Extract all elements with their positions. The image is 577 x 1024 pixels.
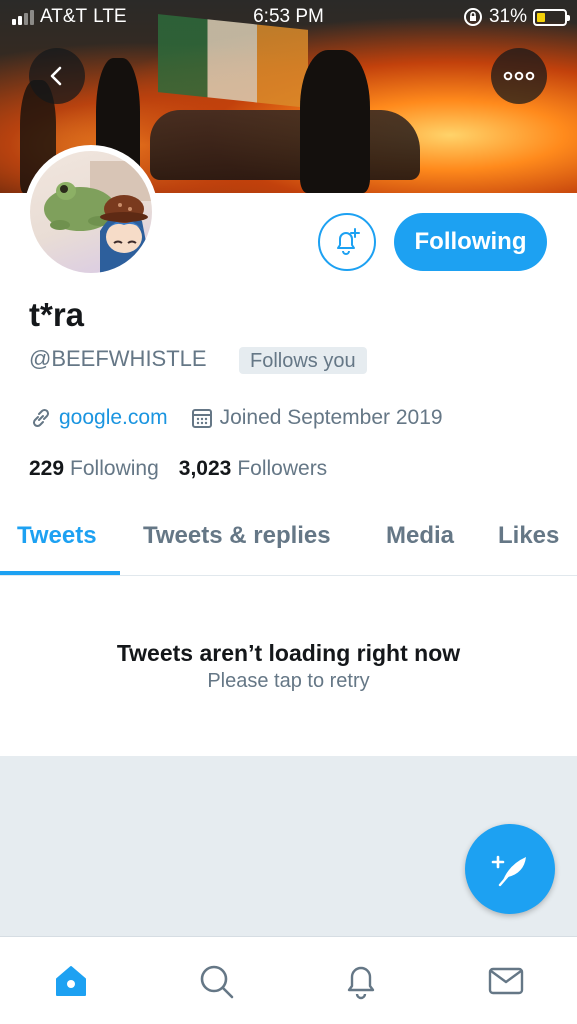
followers-count: 3,023 [178,457,232,480]
error-title: Tweets aren’t loading right now [116,640,461,666]
tab-tweets-and-replies[interactable]: Tweets & replies [143,522,331,550]
notifications-icon [347,966,375,1000]
link-icon [32,408,50,428]
following-count: 229 [29,457,65,480]
compose-feather-icon [491,855,526,887]
more-horizontal-icon [503,71,535,81]
banner-figure [300,50,370,193]
messages-icon [488,967,524,995]
back-button[interactable] [29,48,85,104]
orientation-lock-icon [463,8,482,26]
joined-date: Joined September 2019 [219,406,443,429]
following-count-link[interactable]: 229 Following [29,457,159,481]
search-icon [200,965,234,999]
more-options-button[interactable] [491,48,547,104]
nav-home[interactable] [49,959,93,1003]
retry-link[interactable]: Please tap to retry [0,670,577,693]
bottom-navigation [0,936,577,1024]
followers-label: Followers [237,457,328,480]
profile-tabs: Tweets Tweets & replies Media Likes [0,500,577,576]
nav-search[interactable] [194,959,238,1003]
followers-count-link[interactable]: 3,023 Followers [179,457,327,481]
profile-name: t*ra [29,296,85,333]
calendar-icon [191,409,212,428]
battery-icon [533,8,570,26]
profile-handle: @BEEFWHISTLE [29,346,207,371]
follow-counts: 229 Following 3,023 Followers [29,457,327,481]
nav-messages[interactable] [484,959,528,1003]
home-icon [56,966,86,996]
battery-percent: 31% [488,6,527,27]
avatar-image [30,151,152,273]
tab-tweets[interactable]: Tweets [17,522,97,550]
banner-burning-car [150,110,420,180]
battery-level-fill [537,12,546,22]
website-link[interactable]: google.com [59,406,168,430]
follows-you-badge: Follows you [239,347,367,374]
active-tab-indicator [0,571,120,575]
tab-media[interactable]: Media [386,522,454,550]
chevron-left-icon [50,66,62,86]
compose-tweet-button[interactable] [465,824,555,914]
profile-meta: google.com Joined September 2019 [29,406,443,430]
notifications-toggle-button[interactable] [318,213,376,271]
tab-likes[interactable]: Likes [498,522,559,550]
following-label: Following [70,457,159,480]
avatar-frog-anime-picture [44,161,152,273]
following-button[interactable]: Following [394,213,547,271]
nav-notifications[interactable] [339,959,383,1003]
status-bar: AT&T LTE 6:53 PM 31% [0,0,577,36]
bell-plus-icon [337,228,360,255]
avatar[interactable] [24,145,158,279]
